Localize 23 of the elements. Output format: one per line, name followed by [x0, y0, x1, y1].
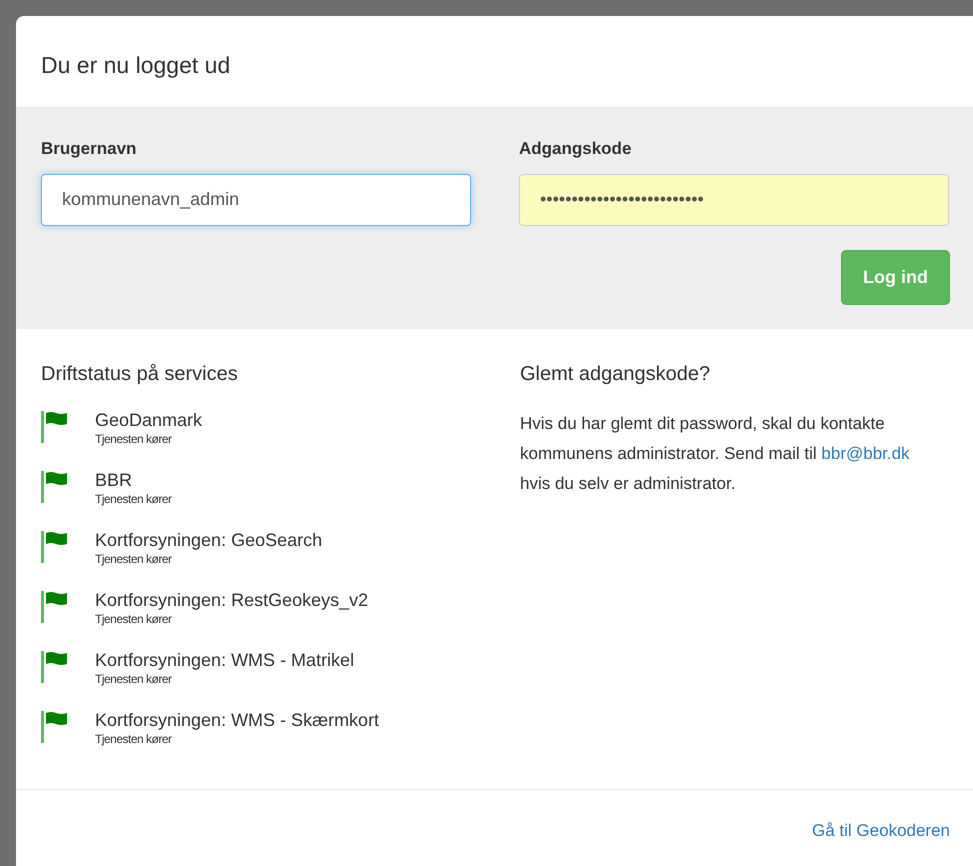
geocoder-link[interactable]: Gå til Geokoderen — [812, 820, 950, 840]
field-label: Adgangskode — [519, 138, 632, 160]
section-heading: Glemt adgangskode? — [520, 362, 712, 386]
service-name: GeoDanmark — [95, 408, 202, 430]
section-heading: Driftstatus på services — [41, 362, 239, 386]
password-field[interactable]: •••••••••••••••••••••••••• — [519, 174, 949, 226]
username-field[interactable]: kommunenavn_admin — [41, 174, 471, 226]
service-name: Kortforsyningen: WMS - Matrikel — [95, 648, 354, 670]
service-status: Tjenesten kører — [95, 670, 173, 686]
service-status: Tjenesten kører — [95, 490, 172, 506]
login-button[interactable]: Log ind — [841, 250, 950, 304]
service-status: Tjenesten kører — [95, 610, 173, 626]
service-name: BBR — [95, 468, 134, 490]
service-name: Kortforsyningen: WMS - Skærmkort — [95, 708, 380, 730]
modal-title: Du er nu logget ud — [41, 51, 232, 80]
service-name: Kortforsyningen: GeoSearch — [95, 528, 322, 550]
email-link[interactable]: bbr@bbr.dk — [821, 444, 910, 462]
service-status: Tjenesten kører — [95, 430, 173, 446]
service-status: Tjenesten kører — [95, 550, 173, 566]
service-status: Tjenesten kører — [95, 730, 173, 746]
field-label: Brugernavn — [41, 138, 138, 160]
help-text: Hvis du har glemt dit password, skal du kontakte kommunens administrator. Send mail til bbr@bbr.dk hvis du selv er administrator. — [520, 412, 911, 494]
service-name: Kortforsyningen: RestGeokeys_v2 — [95, 588, 368, 610]
